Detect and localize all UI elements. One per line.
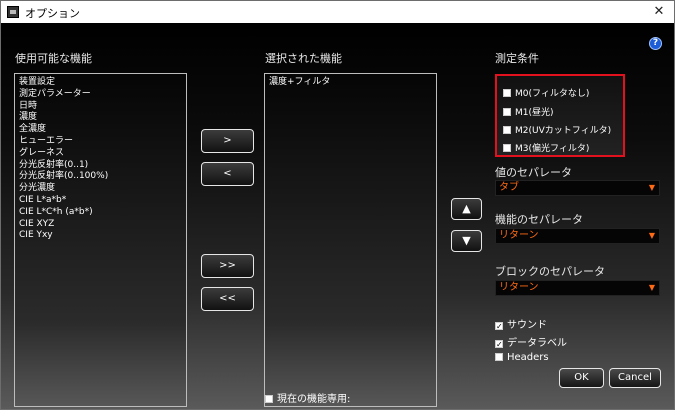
- current-function-only-checkbox[interactable]: 現在の機能専用:: [265, 390, 350, 405]
- dialog-body: ? 使用可能な機能 装置設定 測定パラメーター 日時 濃度 全濃度 ヒューエラー グレーネス…: [1, 23, 674, 409]
- chevron-down-icon: ▼: [648, 283, 655, 292]
- checkbox-icon[interactable]: [503, 108, 511, 116]
- value-separator-label: 値のセパレータ: [495, 166, 572, 179]
- remove-function-button[interactable]: <: [201, 162, 254, 186]
- add-function-button[interactable]: >: [201, 129, 254, 153]
- checkbox-icon[interactable]: [265, 395, 273, 403]
- available-function-item[interactable]: 分光反射率(0..1): [15, 160, 186, 172]
- move-up-button[interactable]: ▲: [451, 198, 482, 220]
- block-separator-label: ブロックのセパレータ: [495, 265, 605, 278]
- condition-m0-checkbox[interactable]: M0(フィルタなし): [503, 86, 589, 99]
- available-function-item[interactable]: ヒューエラー: [15, 136, 186, 148]
- remove-all-functions-button[interactable]: <<: [201, 287, 254, 311]
- window-title: オプション: [25, 7, 80, 20]
- help-icon[interactable]: ?: [649, 37, 662, 50]
- checkbox-icon[interactable]: [503, 144, 511, 152]
- headers-checkbox[interactable]: Headers: [495, 352, 549, 363]
- selected-functions-label: 選択された機能: [265, 52, 342, 65]
- available-function-item[interactable]: 濃度: [15, 112, 186, 124]
- condition-m1-label: M1(昼光): [515, 108, 554, 118]
- condition-m2-checkbox[interactable]: M2(UVカットフィルタ): [503, 123, 611, 136]
- available-function-item[interactable]: CIE L*a*b*: [15, 195, 186, 207]
- available-function-item[interactable]: 分光濃度: [15, 183, 186, 195]
- block-separator-select[interactable]: リターン ▼: [495, 280, 660, 296]
- app-icon: [7, 6, 19, 18]
- measurement-conditions-label: 測定条件: [495, 52, 539, 65]
- ok-button[interactable]: OK: [559, 368, 604, 388]
- headers-label: Headers: [507, 352, 549, 363]
- checkbox-icon[interactable]: ✓: [495, 322, 503, 331]
- checkbox-icon[interactable]: [495, 353, 503, 361]
- checkbox-icon[interactable]: ✓: [495, 340, 503, 349]
- function-separator-label: 機能のセパレータ: [495, 213, 583, 226]
- measurement-conditions-box: M0(フィルタなし) M1(昼光) M2(UVカットフィルタ) M3(偏光フィルタ): [495, 74, 625, 157]
- sound-label: サウンド: [507, 320, 547, 331]
- available-function-item[interactable]: 分光反射率(0..100%): [15, 171, 186, 183]
- function-separator-value: リターン: [499, 230, 539, 241]
- block-separator-value: リターン: [499, 282, 539, 293]
- sound-checkbox[interactable]: ✓ サウンド: [495, 316, 547, 331]
- condition-m1-checkbox[interactable]: M1(昼光): [503, 105, 554, 118]
- available-functions-list[interactable]: 装置設定 測定パラメーター 日時 濃度 全濃度 ヒューエラー グレーネス 分光反射率(0..1…: [14, 73, 187, 407]
- available-function-item[interactable]: グレーネス: [15, 148, 186, 160]
- data-label-checkbox[interactable]: ✓ データラベル: [495, 334, 567, 349]
- condition-m2-label: M2(UVカットフィルタ): [515, 126, 612, 136]
- cancel-button[interactable]: Cancel: [609, 368, 661, 388]
- condition-m3-checkbox[interactable]: M3(偏光フィルタ): [503, 141, 589, 154]
- options-dialog: オプション ✕ ? 使用可能な機能 装置設定 測定パラメーター 日時 濃度 全濃度 ヒュー…: [0, 0, 675, 410]
- available-function-item[interactable]: 測定パラメーター: [15, 89, 186, 101]
- value-separator-value: タブ: [499, 182, 519, 193]
- available-function-item[interactable]: CIE L*C*h (a*b*): [15, 207, 186, 219]
- move-down-button[interactable]: ▼: [451, 230, 482, 252]
- chevron-down-icon: ▼: [648, 231, 655, 240]
- selected-functions-list[interactable]: 濃度+フィルタ: [264, 73, 437, 407]
- title-bar: オプション ✕: [1, 1, 674, 23]
- available-function-item[interactable]: 日時: [15, 101, 186, 113]
- available-function-item[interactable]: CIE XYZ: [15, 219, 186, 231]
- available-function-item[interactable]: CIE Yxy: [15, 230, 186, 242]
- function-separator-select[interactable]: リターン ▼: [495, 228, 660, 244]
- value-separator-select[interactable]: タブ ▼: [495, 180, 660, 196]
- checkbox-icon[interactable]: [503, 126, 511, 134]
- condition-m0-label: M0(フィルタなし): [515, 89, 590, 99]
- data-label-label: データラベル: [507, 338, 567, 349]
- chevron-down-icon: ▼: [648, 183, 655, 192]
- close-button[interactable]: ✕: [644, 1, 674, 23]
- add-all-functions-button[interactable]: >>: [201, 254, 254, 278]
- available-function-item[interactable]: 全濃度: [15, 124, 186, 136]
- current-function-only-label: 現在の機能専用:: [277, 394, 351, 405]
- checkbox-icon[interactable]: [503, 89, 511, 97]
- available-functions-label: 使用可能な機能: [15, 52, 92, 65]
- condition-m3-label: M3(偏光フィルタ): [515, 144, 590, 154]
- selected-function-item[interactable]: 濃度+フィルタ: [265, 77, 436, 89]
- available-function-item[interactable]: 装置設定: [15, 77, 186, 89]
